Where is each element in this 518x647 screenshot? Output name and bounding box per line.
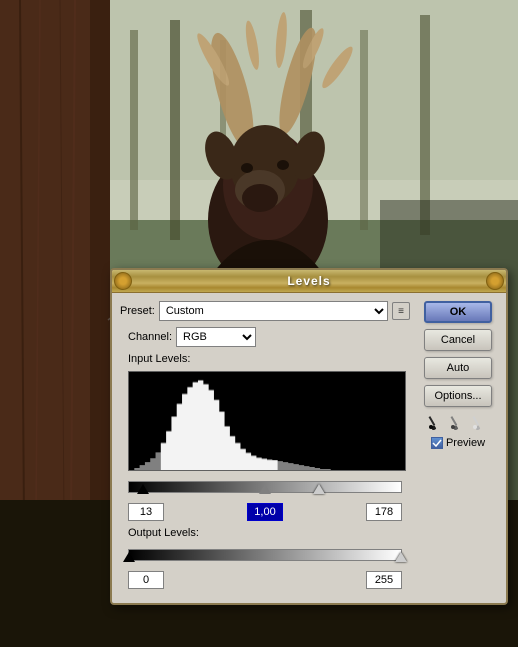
output-white-handle[interactable] bbox=[395, 552, 407, 562]
input-white-value[interactable] bbox=[366, 503, 402, 521]
input-mid-handle[interactable] bbox=[259, 484, 271, 494]
black-eyedropper[interactable] bbox=[427, 413, 445, 431]
gray-eyedropper[interactable] bbox=[449, 413, 467, 431]
input-values-row bbox=[128, 503, 402, 521]
preview-checkbox[interactable] bbox=[431, 437, 443, 449]
preset-select[interactable]: Custom bbox=[159, 301, 388, 321]
input-levels-label: Input Levels: bbox=[128, 353, 410, 365]
input-black-value[interactable] bbox=[128, 503, 164, 521]
cancel-button[interactable]: Cancel bbox=[424, 329, 492, 351]
input-black-handle[interactable] bbox=[137, 484, 149, 494]
input-mid-value[interactable] bbox=[247, 503, 283, 521]
dialog-title: Levels bbox=[287, 274, 330, 288]
titlebar-ornament-left bbox=[114, 272, 132, 290]
preview-checkbox-area[interactable]: Preview bbox=[431, 437, 485, 449]
eyedroppers-row bbox=[427, 413, 489, 431]
output-white-value[interactable] bbox=[366, 571, 402, 589]
input-white-handle[interactable] bbox=[313, 484, 325, 494]
options-button[interactable]: Options... bbox=[424, 385, 492, 407]
output-black-handle[interactable] bbox=[123, 552, 135, 562]
channel-row: Channel: RGB Red Green Blue bbox=[128, 327, 410, 347]
dialog-body: Preset: Custom ≡ Channel: RGB Red bbox=[112, 293, 506, 603]
output-slider-track bbox=[128, 547, 402, 563]
histogram bbox=[128, 371, 406, 471]
levels-dialog: Levels Preset: Custom ≡ Channel: bbox=[110, 268, 508, 605]
output-levels-label: Output Levels: bbox=[128, 527, 410, 539]
titlebar-ornament-right bbox=[486, 272, 504, 290]
channel-label: Channel: bbox=[128, 331, 172, 343]
output-gradient-bar bbox=[128, 549, 402, 561]
output-black-value[interactable] bbox=[128, 571, 164, 589]
preset-select-wrapper: Custom bbox=[159, 301, 388, 321]
preset-row: Preset: Custom ≡ bbox=[120, 301, 410, 321]
preview-row: Preview bbox=[431, 437, 485, 449]
preset-menu-button[interactable]: ≡ bbox=[392, 302, 410, 320]
input-slider-track bbox=[128, 479, 402, 495]
channel-select[interactable]: RGB Red Green Blue bbox=[176, 327, 256, 347]
ok-button[interactable]: OK bbox=[424, 301, 492, 323]
input-gradient-bar bbox=[128, 481, 402, 493]
preview-label: Preview bbox=[446, 437, 485, 449]
preset-label: Preset: bbox=[120, 305, 155, 317]
dialog-right-panel: OK Cancel Auto Options... bbox=[418, 301, 498, 595]
white-eyedropper[interactable] bbox=[471, 413, 489, 431]
auto-button[interactable]: Auto bbox=[424, 357, 492, 379]
dialog-titlebar: Levels bbox=[112, 270, 506, 293]
channel-select-wrapper: RGB Red Green Blue bbox=[176, 327, 256, 347]
dialog-left-panel: Preset: Custom ≡ Channel: RGB Red bbox=[120, 301, 410, 595]
output-values-row bbox=[128, 571, 402, 589]
